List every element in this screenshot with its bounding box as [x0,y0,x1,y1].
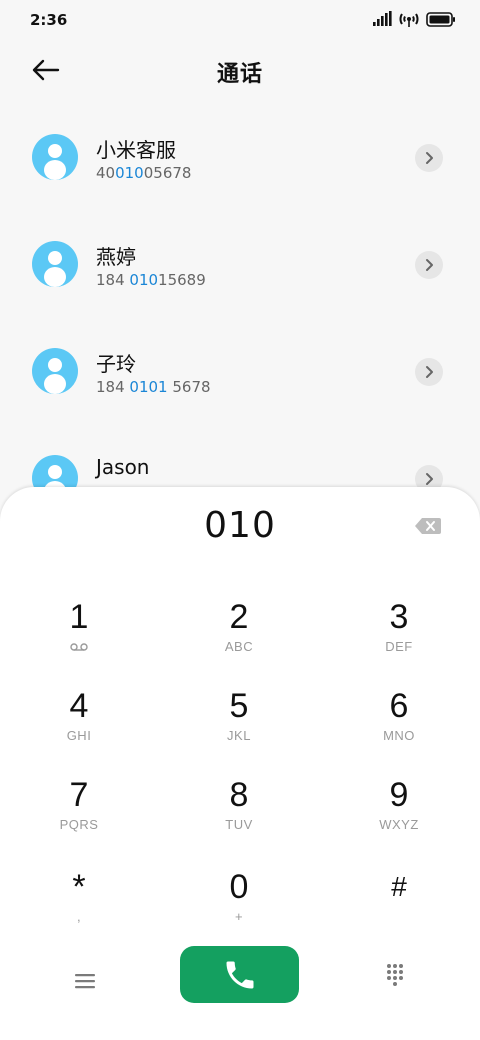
avatar [32,134,78,180]
contact-item[interactable]: 燕婷 184 01015689 [0,211,480,318]
key-letters: DEF [385,639,413,654]
contact-name: 小米客服 [96,138,176,162]
key-4[interactable]: 4 GHI [19,686,139,766]
contact-list: 小米客服 4001005678 燕婷 184 01015689 子玲 184 0… [0,104,480,532]
contact-number: 184 0101 5678 [96,378,211,396]
contact-item[interactable]: 小米客服 4001005678 [0,104,480,211]
key-7[interactable]: 7 PQRS [19,775,139,855]
key-1[interactable]: 1 [19,597,139,677]
key-letters: GHI [66,728,92,743]
chevron-right-icon [426,152,433,164]
status-icons [372,11,456,31]
key-digit: 5 [229,687,249,725]
number-match-highlight: 0101 [129,378,168,396]
call-button[interactable] [180,946,299,1003]
dialpad-icon [387,964,403,986]
contact-item[interactable]: 子玲 184 0101 5678 [0,318,480,425]
dial-input[interactable]: 010 [0,505,480,546]
contact-name: 子玲 [96,352,136,376]
key-digit: * [72,868,86,906]
contact-name: Jason [96,455,150,479]
avatar [32,348,78,394]
key-hash[interactable]: # [339,867,459,947]
menu-icon [75,974,95,989]
keypad-toggle-button[interactable] [382,962,408,988]
contact-number: 4001005678 [96,164,192,182]
contact-name: 燕婷 [96,245,136,269]
chevron-right-icon [426,366,433,378]
signal-icon [372,11,392,31]
avatar [32,241,78,287]
key-letters: TUV [225,817,253,832]
phone-icon [226,961,253,988]
key-0[interactable]: 0 + [179,867,299,947]
key-2[interactable]: 2 ABC [179,597,299,677]
contact-detail-button[interactable] [415,251,443,279]
key-9[interactable]: 9 WXYZ [339,775,459,855]
key-digit: 9 [389,776,409,814]
key-letters: PQRS [59,817,99,832]
key-letters: MNO [383,728,415,743]
backspace-button[interactable] [414,515,442,537]
key-digit: 1 [69,598,89,636]
key-letters: ABC [224,639,254,654]
contact-number: 184 01015689 [96,271,206,289]
key-digit: 3 [389,598,409,636]
key-digit: 8 [229,776,249,814]
contact-detail-button[interactable] [415,358,443,386]
status-time: 2:36 [30,11,68,29]
default-avatar-icon [44,251,66,287]
key-letters: , [76,909,82,924]
default-avatar-icon [44,144,66,180]
wifi-calling-icon [398,11,420,31]
menu-button[interactable] [72,970,98,992]
key-8[interactable]: 8 TUV [179,775,299,855]
battery-icon [426,11,456,31]
key-digit: 7 [69,776,89,814]
key-3[interactable]: 3 DEF [339,597,459,677]
chevron-right-icon [426,259,433,271]
key-digit: 4 [69,687,89,725]
key-6[interactable]: 6 MNO [339,686,459,766]
status-bar: 2:36 [0,0,480,40]
default-avatar-icon [44,358,66,394]
chevron-right-icon [426,473,433,485]
number-match-highlight: 010 [115,164,144,182]
key-letters: + [234,909,244,924]
contact-detail-button[interactable] [415,144,443,172]
key-star[interactable]: * , [19,867,139,947]
page-title: 通话 [216,62,263,87]
voicemail-icon [19,639,139,654]
key-digit: 0 [229,868,249,906]
number-match-highlight: 010 [129,271,159,289]
key-digit: 2 [229,598,249,636]
key-letters: JKL [227,728,251,743]
key-digit: # [391,871,407,902]
backspace-icon [415,518,441,534]
header: 通话 [0,40,480,100]
key-5[interactable]: 5 JKL [179,686,299,766]
key-letters: WXYZ [379,817,419,832]
key-digit: 6 [389,687,409,725]
